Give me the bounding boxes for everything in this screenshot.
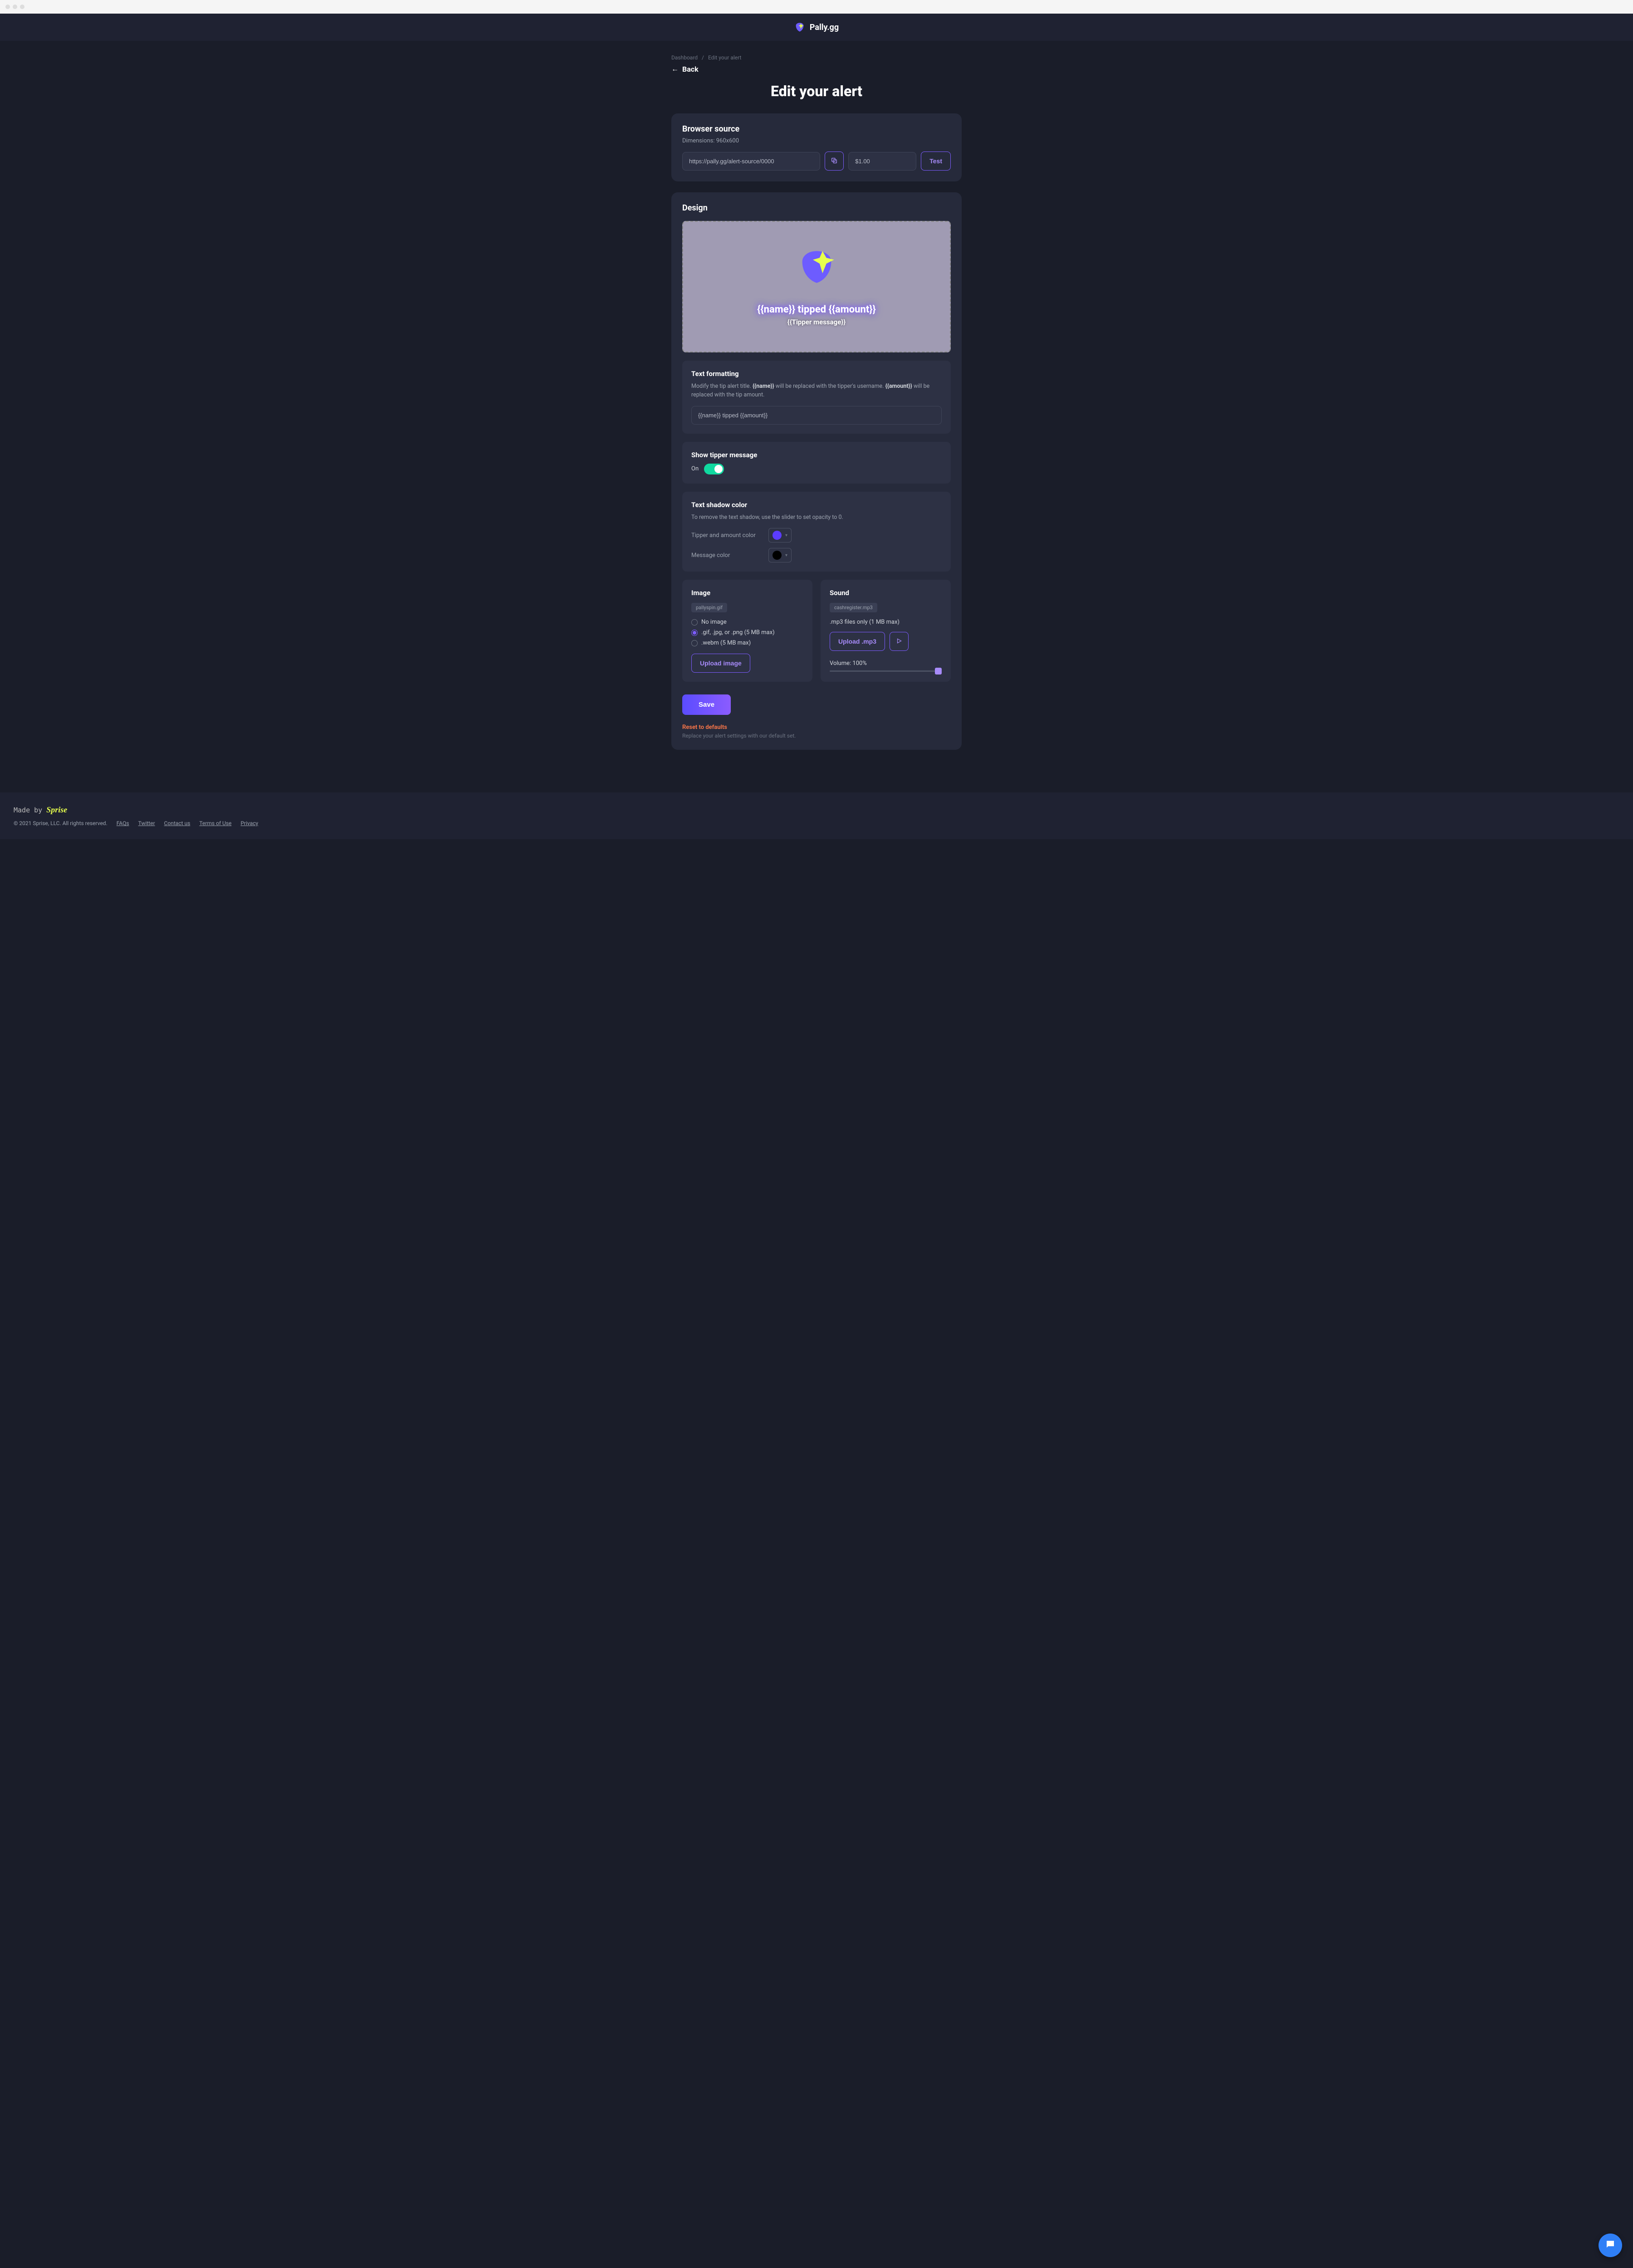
back-label: Back xyxy=(682,65,699,73)
text-shadow-desc: To remove the text shadow, use the slide… xyxy=(691,513,942,522)
breadcrumb-current: Edit your alert xyxy=(708,54,741,61)
window-dot xyxy=(5,5,10,9)
footer-link-terms[interactable]: Terms of Use xyxy=(199,820,231,826)
breadcrumb-root[interactable]: Dashboard xyxy=(671,54,698,61)
test-amount-input[interactable] xyxy=(848,152,916,171)
upload-image-button[interactable]: Upload image xyxy=(691,654,750,673)
play-sound-button[interactable] xyxy=(890,632,909,651)
copy-icon xyxy=(831,157,838,166)
breadcrumb: Dashboard / Edit your alert xyxy=(671,54,962,61)
design-heading: Design xyxy=(682,203,951,213)
preview-title-text: {{name}} tipped {{amount}} xyxy=(757,304,876,315)
radio-icon xyxy=(691,640,698,646)
text-formatting-section: Text formatting Modify the tip alert tit… xyxy=(682,361,951,434)
chevron-down-icon: ▾ xyxy=(785,553,787,558)
image-option-image[interactable]: .gif, .jpg, or .png (5 MB max) xyxy=(691,629,803,636)
image-option-none[interactable]: No image xyxy=(691,619,803,626)
copyright-text: © 2021 Sprise, LLC. All rights reserved. xyxy=(14,820,108,826)
source-url-input[interactable] xyxy=(682,152,820,171)
sprise-logo: Sprise xyxy=(46,805,67,814)
slider-thumb xyxy=(935,668,942,675)
dimensions-text: Dimensions: 960x600 xyxy=(682,137,951,144)
browser-chrome xyxy=(0,0,1633,14)
design-card: Design {{name}} tipped {{amount}} {{Tipp… xyxy=(671,192,962,750)
brand-title: Pally.gg xyxy=(810,23,839,32)
footer-link-privacy[interactable]: Privacy xyxy=(240,820,258,826)
text-shadow-heading: Text shadow color xyxy=(691,501,942,509)
tipper-color-label: Tipper and amount color xyxy=(691,532,759,539)
sound-hint: .mp3 files only (1 MB max) xyxy=(830,619,942,626)
tipper-message-heading: Show tipper message xyxy=(691,451,942,459)
copy-url-button[interactable] xyxy=(825,152,844,171)
message-color-picker[interactable]: ▾ xyxy=(768,548,792,562)
play-icon xyxy=(896,638,902,645)
toggle-knob xyxy=(714,465,723,473)
brand-logo-icon xyxy=(794,22,805,33)
tipper-color-swatch xyxy=(772,531,782,540)
volume-slider[interactable] xyxy=(830,670,942,672)
chat-icon xyxy=(1605,2239,1616,2252)
tipper-message-section: Show tipper message On xyxy=(682,442,951,484)
breadcrumb-separator: / xyxy=(702,54,704,61)
preview-logo-icon xyxy=(797,247,836,286)
footer: Made by Sprise © 2021 Sprise, LLC. All r… xyxy=(0,792,1633,839)
alert-title-input[interactable] xyxy=(691,406,942,425)
chat-widget-button[interactable] xyxy=(1599,2234,1622,2257)
toggle-state-label: On xyxy=(691,465,699,472)
volume-label: Volume: 100% xyxy=(830,660,942,667)
text-formatting-desc: Modify the tip alert title. {{name}} wil… xyxy=(691,382,942,400)
window-dot xyxy=(13,5,17,9)
save-button[interactable]: Save xyxy=(682,694,731,715)
image-section: Image pallyspin.gif No image .gif, .jpg,… xyxy=(682,580,812,682)
radio-icon xyxy=(691,630,698,636)
reset-defaults-link[interactable]: Reset to defaults xyxy=(682,724,951,731)
image-heading: Image xyxy=(691,589,803,597)
sound-filename: cashregister.mp3 xyxy=(830,603,877,612)
back-button[interactable]: ← Back xyxy=(671,64,699,73)
sound-heading: Sound xyxy=(830,589,942,597)
text-formatting-heading: Text formatting xyxy=(691,370,942,378)
image-option-webm[interactable]: .webm (5 MB max) xyxy=(691,640,803,646)
sound-section: Sound cashregister.mp3 .mp3 files only (… xyxy=(821,580,951,682)
tipper-message-toggle[interactable] xyxy=(704,464,724,474)
footer-link-contact[interactable]: Contact us xyxy=(164,820,191,826)
made-by-text: Made by Sprise xyxy=(14,805,1619,815)
chevron-down-icon: ▾ xyxy=(785,533,787,538)
footer-link-twitter[interactable]: Twitter xyxy=(138,820,155,826)
footer-link-faqs[interactable]: FAQs xyxy=(117,820,129,826)
test-button[interactable]: Test xyxy=(921,152,951,171)
alert-preview: {{name}} tipped {{amount}} {{Tipper mess… xyxy=(682,221,951,352)
image-filename: pallyspin.gif xyxy=(691,603,727,612)
window-dot xyxy=(20,5,24,9)
reset-defaults-desc: Replace your alert settings with our def… xyxy=(682,733,951,739)
tipper-color-picker[interactable]: ▾ xyxy=(768,528,792,543)
message-color-label: Message color xyxy=(691,552,759,559)
text-shadow-section: Text shadow color To remove the text sha… xyxy=(682,492,951,572)
browser-source-heading: Browser source xyxy=(682,124,951,134)
page-title: Edit your alert xyxy=(671,83,962,100)
arrow-left-icon: ← xyxy=(671,64,679,73)
radio-icon xyxy=(691,619,698,626)
browser-source-card: Browser source Dimensions: 960x600 Test xyxy=(671,113,962,181)
app-header: Pally.gg xyxy=(0,14,1633,41)
upload-sound-button[interactable]: Upload .mp3 xyxy=(830,632,885,651)
preview-message-text: {{Tipper message}} xyxy=(787,318,846,326)
message-color-swatch xyxy=(772,551,782,560)
